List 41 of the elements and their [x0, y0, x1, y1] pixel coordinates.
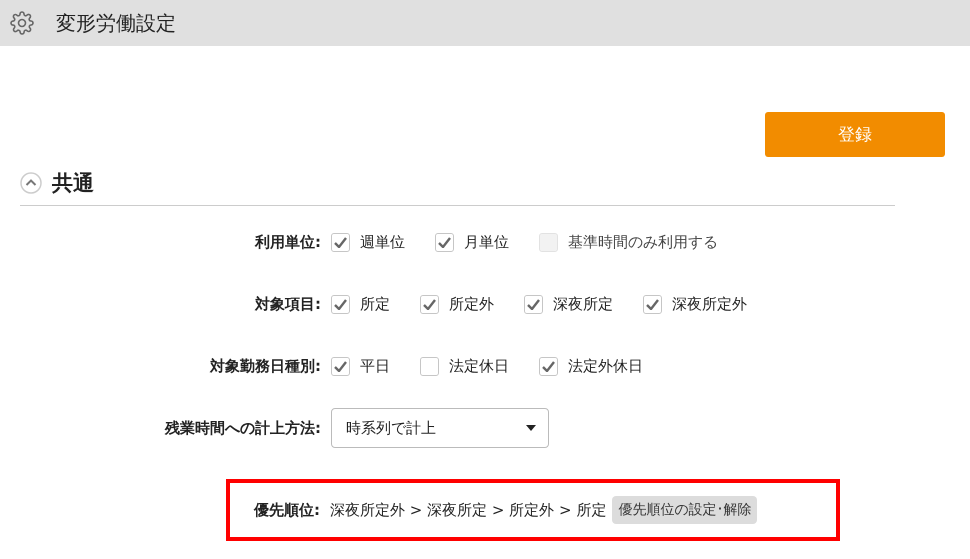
option-label: 月単位	[464, 232, 509, 252]
priority-settings-button[interactable]: 優先順位の設定･解除	[612, 496, 758, 524]
option-label: 所定	[360, 294, 390, 314]
page-title: 変形労働設定	[56, 10, 176, 36]
section-title: 共通	[52, 170, 94, 197]
option-label: 所定外	[449, 294, 494, 314]
checkbox[interactable]	[331, 356, 350, 376]
check-icon	[334, 298, 347, 310]
field-label: 対象勤務日種別:	[208, 356, 321, 376]
option-label: 法定外休日	[568, 356, 643, 376]
field-label: 残業時間への計上方法:	[164, 418, 321, 438]
checkbox[interactable]	[331, 294, 350, 314]
settings-icon	[10, 11, 34, 35]
dropdown[interactable]: 時系列で計上	[331, 408, 549, 448]
option-label: 週単位	[360, 232, 405, 252]
checkbox[interactable]	[539, 356, 558, 376]
field-label: 利用単位:	[254, 232, 321, 252]
option-label: 深夜所定	[553, 294, 613, 314]
check-icon	[646, 298, 659, 310]
field-label: 対象項目:	[254, 294, 321, 314]
collapse-icon[interactable]	[20, 172, 42, 194]
checkbox[interactable]	[643, 294, 662, 314]
check-icon	[438, 236, 451, 248]
check-icon	[334, 360, 347, 372]
option-label: 平日	[360, 356, 390, 376]
check-icon	[527, 298, 540, 310]
checkbox[interactable]	[420, 356, 439, 376]
checkbox[interactable]	[420, 294, 439, 314]
checkbox[interactable]	[524, 294, 543, 314]
field-label: 優先順位:	[252, 500, 320, 520]
option-label: 法定休日	[449, 356, 509, 376]
check-icon	[542, 360, 555, 372]
check-icon	[423, 298, 436, 310]
option-label: 深夜所定外	[672, 294, 747, 314]
priority-order: 深夜所定外 > 深夜所定 > 所定外 > 所定	[330, 500, 606, 520]
check-icon	[334, 236, 347, 248]
dropdown-value: 時系列で計上	[346, 418, 436, 438]
option-label: 基準時間のみ利用する	[568, 232, 718, 252]
checkbox[interactable]	[331, 232, 350, 252]
caret-icon	[526, 425, 536, 431]
checkbox[interactable]	[435, 232, 454, 252]
